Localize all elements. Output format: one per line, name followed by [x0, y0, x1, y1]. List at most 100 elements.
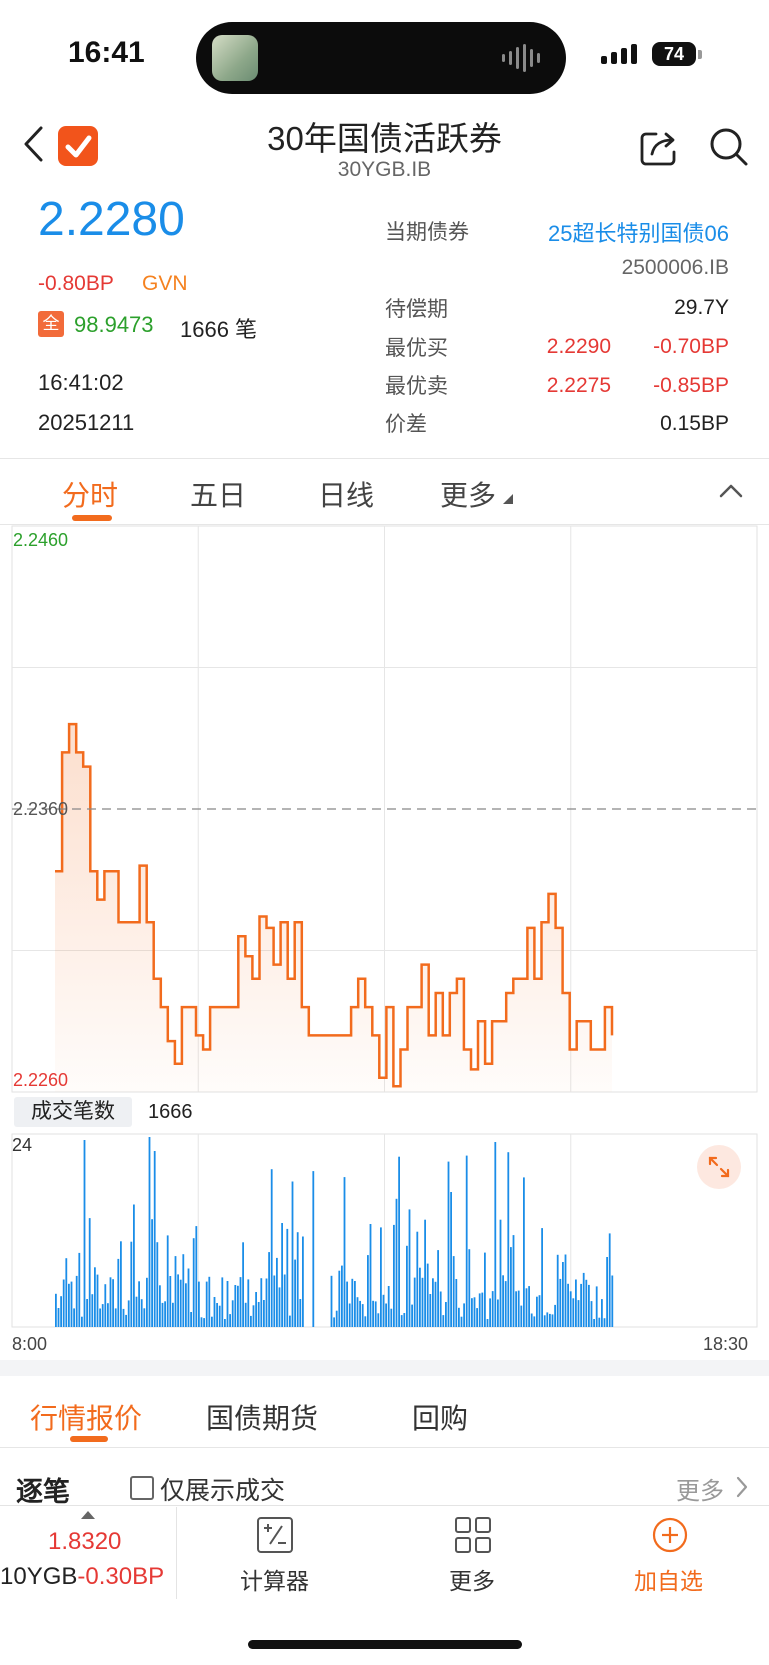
volume-count: 1666: [148, 1101, 193, 1123]
volume-bar: [133, 1204, 135, 1327]
more-label[interactable]: 更多: [449, 1562, 495, 1596]
volume-bar: [403, 1313, 406, 1327]
volume-bar: [421, 1277, 424, 1327]
volume-bar: [608, 1233, 611, 1327]
volume-bar: [395, 1198, 398, 1327]
tab-market-quotes[interactable]: 行情报价: [30, 1397, 142, 1437]
intraday-chart[interactable]: 2.2460 2.2360 2.2260: [0, 524, 769, 1344]
ticker-price[interactable]: 1.8320: [48, 1528, 121, 1556]
volume-bar: [237, 1285, 239, 1327]
volume-bar: [156, 1242, 159, 1327]
volume-bar: [351, 1278, 354, 1327]
expand-chart-button[interactable]: [697, 1145, 741, 1189]
best-ask-label: 最优卖: [385, 375, 448, 398]
volume-bar: [400, 1315, 403, 1327]
only-deals-label[interactable]: 仅展示成交: [160, 1471, 285, 1507]
volume-bar: [419, 1267, 421, 1327]
volume-bar: [166, 1235, 169, 1327]
tab-repo[interactable]: 回购: [412, 1397, 468, 1437]
volume-bar: [70, 1281, 73, 1327]
volume-bar: [458, 1307, 460, 1327]
best-bid-price: 2.2290: [546, 335, 611, 358]
collapse-chevron-icon[interactable]: [718, 480, 744, 500]
current-bond-link[interactable]: 25超长特别国债06: [548, 216, 729, 248]
calculator-label[interactable]: 计算器: [240, 1562, 309, 1596]
volume-bar: [55, 1293, 57, 1327]
volume-bar: [429, 1294, 432, 1327]
volume-bar: [205, 1281, 208, 1327]
volume-bar: [549, 1313, 551, 1327]
ticks-more-link[interactable]: 更多: [676, 1471, 724, 1506]
volume-bar: [567, 1283, 569, 1327]
volume-bar: [512, 1235, 515, 1327]
tab-five-day[interactable]: 五日: [190, 474, 246, 514]
volume-bar: [296, 1232, 299, 1327]
only-deals-checkbox[interactable]: [130, 1476, 154, 1500]
ticker-change: -0.30BP: [77, 1563, 165, 1590]
chevron-right-icon[interactable]: [735, 1475, 749, 1499]
toolbar-separator: [176, 1507, 177, 1599]
volume-bar: [312, 1171, 315, 1327]
tab-daily[interactable]: 日线: [318, 474, 374, 514]
volume-bar: [338, 1270, 341, 1327]
volume-bar: [460, 1316, 463, 1327]
volume-bar: [536, 1296, 538, 1327]
calculator-icon[interactable]: [256, 1516, 294, 1554]
best-ask-price: 2.2275: [546, 374, 611, 397]
volume-bar: [346, 1281, 348, 1327]
section-separator: [0, 1360, 769, 1376]
ticker-name[interactable]: 10YGB-0.30BP: [0, 1563, 164, 1591]
volume-bar: [575, 1279, 577, 1327]
volume-bar: [278, 1287, 281, 1327]
volume-label[interactable]: 成交笔数: [14, 1097, 132, 1127]
volume-bar: [523, 1177, 525, 1327]
volume-bar: [159, 1285, 161, 1327]
search-icon[interactable]: [708, 126, 750, 168]
tab-more[interactable]: 更多: [440, 474, 496, 514]
volume-bar: [114, 1308, 117, 1327]
volume-bar: [226, 1281, 229, 1327]
tab-intraday[interactable]: 分时: [62, 474, 118, 514]
volume-bar: [273, 1275, 276, 1327]
volume-bar: [348, 1303, 351, 1327]
volume-bar: [476, 1308, 478, 1327]
volume-bar: [265, 1278, 268, 1327]
volume-bar: [169, 1276, 172, 1327]
tab-treasury-futures[interactable]: 国债期货: [206, 1397, 318, 1437]
volume-bar: [224, 1319, 226, 1327]
volume-bar: [481, 1292, 484, 1327]
divider: [0, 1447, 769, 1448]
volume-bar: [112, 1279, 114, 1327]
volume-bar: [359, 1300, 361, 1327]
volume-bar: [195, 1226, 198, 1327]
volume-bar: [572, 1298, 575, 1327]
status-time: 16:41: [68, 36, 145, 69]
volume-bar: [234, 1285, 237, 1327]
grid-more-icon[interactable]: [454, 1516, 492, 1554]
volume-bar: [416, 1231, 419, 1327]
spread-label: 价差: [385, 413, 427, 436]
volume-bar: [239, 1277, 242, 1327]
volume-bar: [372, 1300, 374, 1327]
volume-bar: [276, 1257, 278, 1327]
share-icon[interactable]: [638, 126, 680, 168]
volume-bar: [478, 1293, 481, 1327]
volume-bar: [73, 1308, 75, 1327]
volume-bar: [507, 1152, 510, 1327]
add-watchlist-label[interactable]: 加自选: [634, 1562, 703, 1596]
volume-bar: [94, 1267, 96, 1327]
up-triangle-icon: [81, 1511, 95, 1519]
more-triangle-icon: [503, 494, 513, 504]
volume-bar: [426, 1263, 429, 1327]
volume-bar: [109, 1277, 112, 1327]
volume-bar: [374, 1301, 377, 1327]
volume-bar: [208, 1276, 211, 1327]
volume-bar: [242, 1242, 244, 1327]
volume-bar: [502, 1275, 504, 1327]
volume-bar: [164, 1301, 166, 1327]
volume-bar: [247, 1279, 250, 1327]
volume-bar: [117, 1258, 120, 1327]
volume-bar: [382, 1294, 385, 1327]
volume-bar: [187, 1268, 190, 1327]
add-watchlist-icon[interactable]: [651, 1516, 689, 1554]
